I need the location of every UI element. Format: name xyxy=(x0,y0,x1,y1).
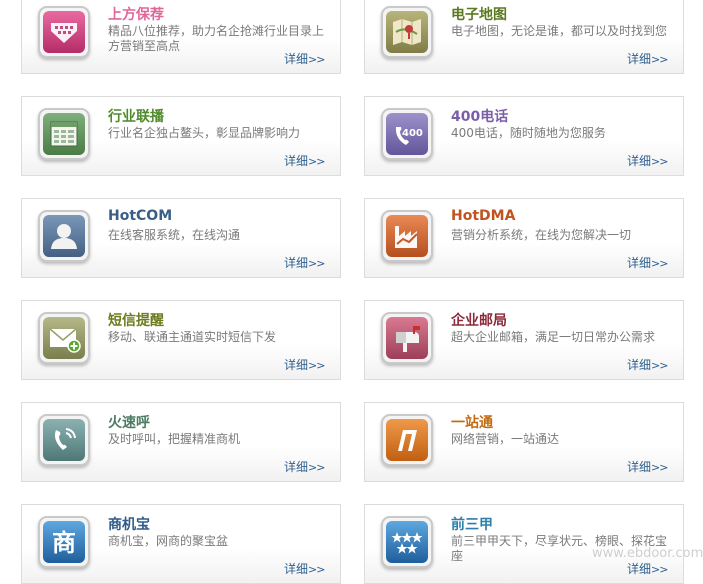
service-title[interactable]: HotCOM xyxy=(108,208,172,224)
details-link[interactable]: 详细>> xyxy=(284,356,325,373)
details-arrow-icon: >> xyxy=(308,563,325,576)
service-icon-frame[interactable] xyxy=(381,516,433,568)
stars-icon xyxy=(386,521,428,563)
phone-400-icon: 400 xyxy=(386,113,428,155)
service-card-qiye-youju: 企业邮局 超大企业邮箱，满足一切日常办公需求 详细>> xyxy=(364,300,684,380)
shang-character-icon: 商 xyxy=(43,521,85,563)
service-card-yizhantong: 一站通 网络营销，一站通达 详细>> xyxy=(364,402,684,482)
service-icon-frame[interactable] xyxy=(381,210,433,262)
details-link-label: 详细 xyxy=(627,562,652,576)
service-description: 电子地图，无论是谁，都可以及时找到您 xyxy=(451,24,668,38)
service-title[interactable]: 商机宝 xyxy=(108,514,150,534)
service-icon-frame[interactable]: 商 xyxy=(38,516,90,568)
details-arrow-icon: >> xyxy=(651,257,668,270)
service-card-400-dianhua: 400 400电话 400电话，随时随地为您服务 详细>> xyxy=(364,96,684,176)
details-link[interactable]: 详细>> xyxy=(627,254,668,271)
envelope-plus-icon xyxy=(43,317,85,359)
service-icon-frame[interactable] xyxy=(38,6,90,58)
service-title[interactable]: 400电话 xyxy=(451,106,508,126)
details-link-label: 详细 xyxy=(284,562,309,576)
details-arrow-icon: >> xyxy=(651,53,668,66)
service-card-dianzi-ditu: 电子地图 电子地图，无论是谁，都可以及时找到您 详细>> xyxy=(364,0,684,74)
service-description: 营销分析系统，在线为您解决一切 xyxy=(451,228,632,242)
service-card-hangye-lianbo: 行业联播 行业名企独占鳌头，彰显品牌影响力 详细>> xyxy=(21,96,341,176)
shang-character-text: 商 xyxy=(52,529,76,557)
map-pin-icon xyxy=(386,11,428,53)
details-link[interactable]: 详细>> xyxy=(284,254,325,271)
details-arrow-icon: >> xyxy=(651,359,668,372)
service-title[interactable]: 行业联播 xyxy=(108,106,164,126)
service-icon-frame[interactable] xyxy=(381,312,433,364)
service-description: 行业名企独占鳌头，彰显品牌影响力 xyxy=(108,126,301,140)
service-description: 在线客服系统，在线沟通 xyxy=(108,228,241,242)
service-card-huosuhu: 火速呼 及时呼叫，把握精准商机 详细>> xyxy=(21,402,341,482)
details-link[interactable]: 详细>> xyxy=(284,458,325,475)
service-icon-frame[interactable] xyxy=(381,414,433,466)
details-link[interactable]: 详细>> xyxy=(627,152,668,169)
service-title[interactable]: 短信提醒 xyxy=(108,310,164,330)
service-icon-frame[interactable] xyxy=(38,414,90,466)
details-link-label: 详细 xyxy=(627,154,652,168)
service-description: 网络营销，一站通达 xyxy=(451,432,560,446)
details-link[interactable]: 详细>> xyxy=(627,560,668,577)
details-arrow-icon: >> xyxy=(308,461,325,474)
details-link-label: 详细 xyxy=(627,358,652,372)
service-icon-frame[interactable]: 400 xyxy=(381,108,433,160)
service-description: 商机宝，网商的聚宝盆 xyxy=(108,534,229,548)
details-arrow-icon: >> xyxy=(651,155,668,168)
service-icon-frame[interactable] xyxy=(38,108,90,160)
details-link[interactable]: 详细>> xyxy=(627,356,668,373)
service-card-hotdma: HotDMA 营销分析系统，在线为您解决一切 详细>> xyxy=(364,198,684,278)
details-link[interactable]: 详细>> xyxy=(284,560,325,577)
details-link-label: 详细 xyxy=(284,154,309,168)
details-arrow-icon: >> xyxy=(308,359,325,372)
service-icon-frame[interactable] xyxy=(381,6,433,58)
details-link-label: 详细 xyxy=(627,52,652,66)
one-stop-icon xyxy=(386,419,428,461)
details-link-label: 详细 xyxy=(284,256,309,270)
details-arrow-icon: >> xyxy=(308,53,325,66)
service-title[interactable]: 火速呼 xyxy=(108,412,150,432)
details-arrow-icon: >> xyxy=(651,461,668,474)
grid-window-icon xyxy=(43,113,85,155)
service-card-shangjibao: 商 商机宝 商机宝，网商的聚宝盆 详细>> xyxy=(21,504,341,584)
phone-call-icon xyxy=(43,419,85,461)
service-title[interactable]: 上方保荐 xyxy=(108,4,164,24)
service-icon-frame[interactable] xyxy=(38,210,90,262)
service-card-qiansanjia: 前三甲 前三甲甲天下，尽享状元、榜眼、探花宝座 详细>> xyxy=(364,504,684,584)
service-description: 及时呼叫，把握精准商机 xyxy=(108,432,241,446)
details-link[interactable]: 详细>> xyxy=(627,458,668,475)
service-description: 400电话，随时随地为您服务 xyxy=(451,126,606,140)
phone-400-text: 400 xyxy=(402,128,423,139)
service-card-duanxin-tixing: 短信提醒 移动、联通主通道实时短信下发 详细>> xyxy=(21,300,341,380)
service-title[interactable]: 电子地图 xyxy=(451,4,507,24)
factory-chart-icon xyxy=(386,215,428,257)
service-icon-frame[interactable] xyxy=(38,312,90,364)
service-title[interactable]: 一站通 xyxy=(451,412,493,432)
mailbox-icon xyxy=(386,317,428,359)
service-title[interactable]: 企业邮局 xyxy=(451,310,507,330)
user-silhouette-icon xyxy=(43,215,85,257)
service-title[interactable]: 前三甲 xyxy=(451,514,493,534)
download-arrow-icon xyxy=(43,11,85,53)
service-title[interactable]: HotDMA xyxy=(451,208,515,224)
details-arrow-icon: >> xyxy=(651,563,668,576)
details-link[interactable]: 详细>> xyxy=(284,50,325,67)
details-link-label: 详细 xyxy=(627,460,652,474)
site-watermark: www.ebdoor.com xyxy=(592,546,703,561)
details-link-label: 详细 xyxy=(284,52,309,66)
details-arrow-icon: >> xyxy=(308,155,325,168)
service-description: 超大企业邮箱，满足一切日常办公需求 xyxy=(451,330,656,344)
details-arrow-icon: >> xyxy=(308,257,325,270)
service-card-hotcom: HotCOM 在线客服系统，在线沟通 详细>> xyxy=(21,198,341,278)
details-link[interactable]: 详细>> xyxy=(284,152,325,169)
service-description: 移动、联通主通道实时短信下发 xyxy=(108,330,277,344)
details-link-label: 详细 xyxy=(284,460,309,474)
details-link-label: 详细 xyxy=(284,358,309,372)
details-link-label: 详细 xyxy=(627,256,652,270)
details-link[interactable]: 详细>> xyxy=(627,50,668,67)
service-card-shangfang-baojian: 上方保荐 精品八位推荐，助力名企抢滩行业目录上方营销至高点 详细>> xyxy=(21,0,341,74)
